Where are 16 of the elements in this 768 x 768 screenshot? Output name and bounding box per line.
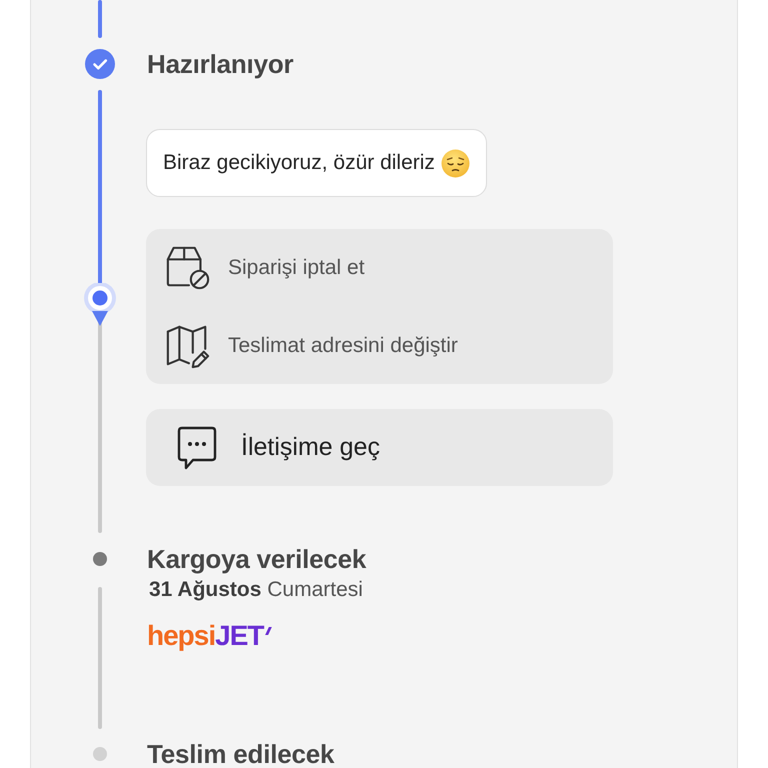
cancel-order-button[interactable]: Siparişi iptal et (165, 243, 365, 293)
contact-button[interactable]: İletişime geç (146, 409, 613, 486)
step-title: Hazırlanıyor (147, 49, 294, 79)
chat-bubble-icon (177, 426, 217, 470)
delivery-date: 31 Ağustos Cumartesi (149, 578, 363, 602)
message-text: Biraz gecikiyoruz, özür dileriz (163, 151, 435, 175)
check-circle-icon (85, 49, 115, 79)
carrier-logo: hepsiJET (147, 620, 270, 652)
step-title: Kargoya verilecek (147, 545, 366, 573)
box-cancel-icon (165, 245, 211, 291)
pensive-face-icon (440, 148, 470, 178)
step-title: Teslim edilecek (147, 740, 334, 768)
status-dot-icon (93, 747, 107, 761)
map-pencil-icon (165, 323, 211, 369)
status-dot-icon (93, 552, 107, 566)
change-address-button[interactable]: Teslimat adresini değiştir (165, 321, 458, 371)
